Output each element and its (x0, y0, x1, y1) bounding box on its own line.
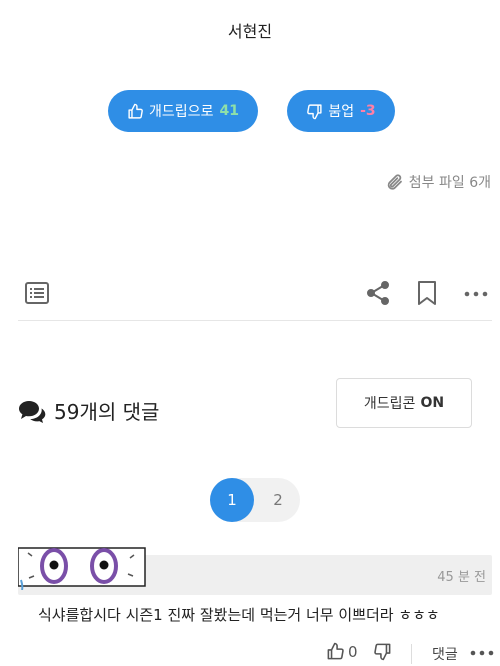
emoticon-label: 개드립콘 (363, 396, 416, 412)
more-icon[interactable] (470, 643, 494, 663)
comments-icon (19, 400, 46, 423)
thumbs-down-icon (307, 103, 322, 119)
comments-count: 59개의 댓글 (54, 400, 160, 424)
more-icon[interactable] (464, 284, 488, 304)
comments-header: 59개의 댓글 (18, 396, 159, 425)
upvote-label: 개드립으로 (149, 104, 214, 120)
commenter-avatar[interactable] (18, 546, 146, 590)
comment-action-divider (411, 644, 412, 664)
downvote-label: 붐업 (328, 104, 355, 120)
attachment-label: 첨부 파일 6개 (408, 175, 491, 191)
list-icon[interactable] (24, 280, 50, 306)
bookmark-icon[interactable] (416, 280, 438, 306)
emoticon-toggle-button[interactable]: 개드립콘 ON (336, 378, 472, 428)
post-author-title: 서현진 (227, 22, 273, 41)
paperclip-icon (387, 174, 402, 190)
comment-reply-button[interactable]: 댓글 (432, 644, 458, 664)
page-1-button[interactable]: 1 (210, 478, 254, 522)
emoticon-state: ON (420, 395, 445, 411)
upvote-button[interactable]: 개드립으로 41 (108, 90, 258, 132)
upvote-count: 41 (219, 103, 239, 119)
thumbs-up-icon (128, 103, 143, 119)
comment-body: 식샤를합시다 시즌1 진짜 잘봤는데 먹는거 너무 이쁘더라 ㅎㅎㅎ (38, 606, 440, 624)
toolbar-divider (18, 320, 492, 321)
thumbs-up-icon (327, 642, 344, 660)
comment-timestamp: 45 분 전 (437, 570, 486, 585)
share-icon[interactable] (366, 280, 390, 306)
comment-like-button[interactable]: 0 (326, 642, 358, 661)
thumbs-down-icon[interactable] (373, 642, 392, 661)
comment-like-count: 0 (348, 642, 358, 661)
attachment-link[interactable]: 첨부 파일 6개 (386, 172, 491, 192)
page-2-button[interactable]: 2 (256, 478, 300, 522)
downvote-button[interactable]: 붐업 -3 (287, 90, 395, 132)
downvote-count: -3 (360, 103, 376, 119)
